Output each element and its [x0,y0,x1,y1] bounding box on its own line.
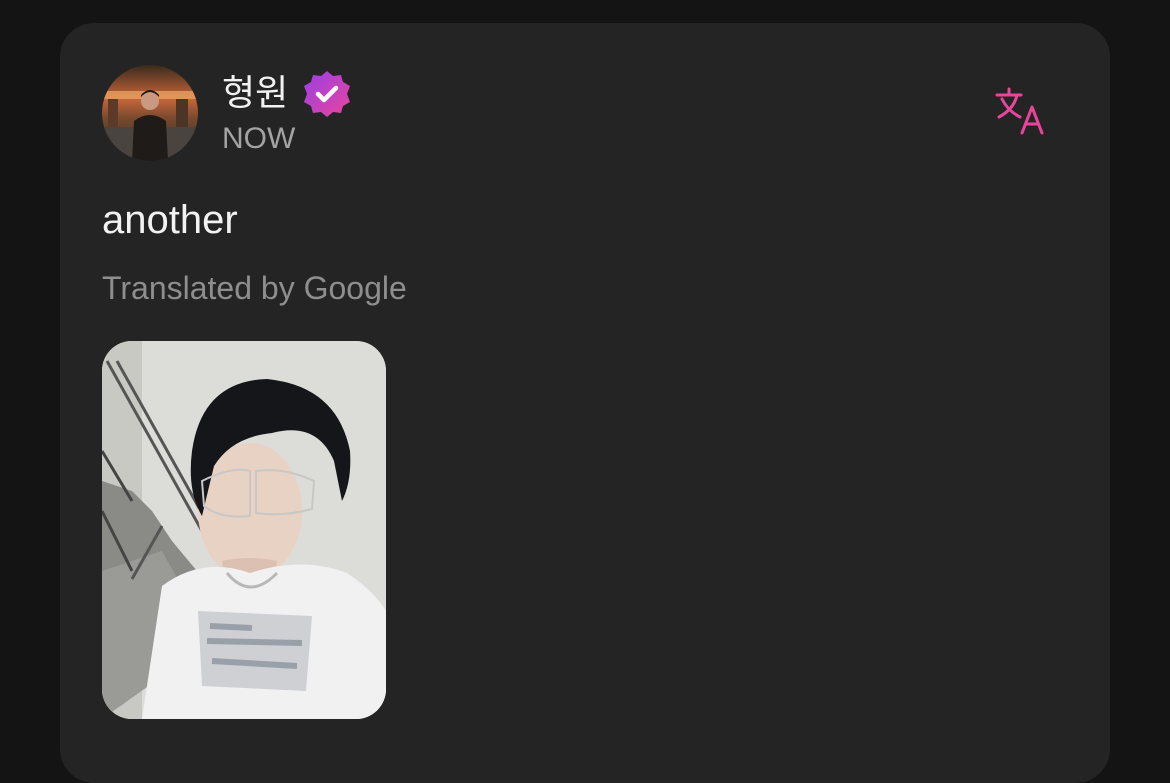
translate-icon[interactable] [994,85,1050,141]
author-avatar[interactable] [102,65,198,161]
post-card: 형원 NOW another Translated by Google [60,23,1110,783]
author-row: 형원 [222,69,352,119]
post-text: another [102,198,238,242]
avatar-image [102,65,198,161]
author-name[interactable]: 형원 [222,69,288,119]
post-photo[interactable] [102,341,386,719]
verified-badge-icon [304,71,351,117]
post-timestamp: NOW [222,122,296,155]
selfie-image [102,341,386,719]
translation-attribution: Translated by Google [102,270,407,306]
